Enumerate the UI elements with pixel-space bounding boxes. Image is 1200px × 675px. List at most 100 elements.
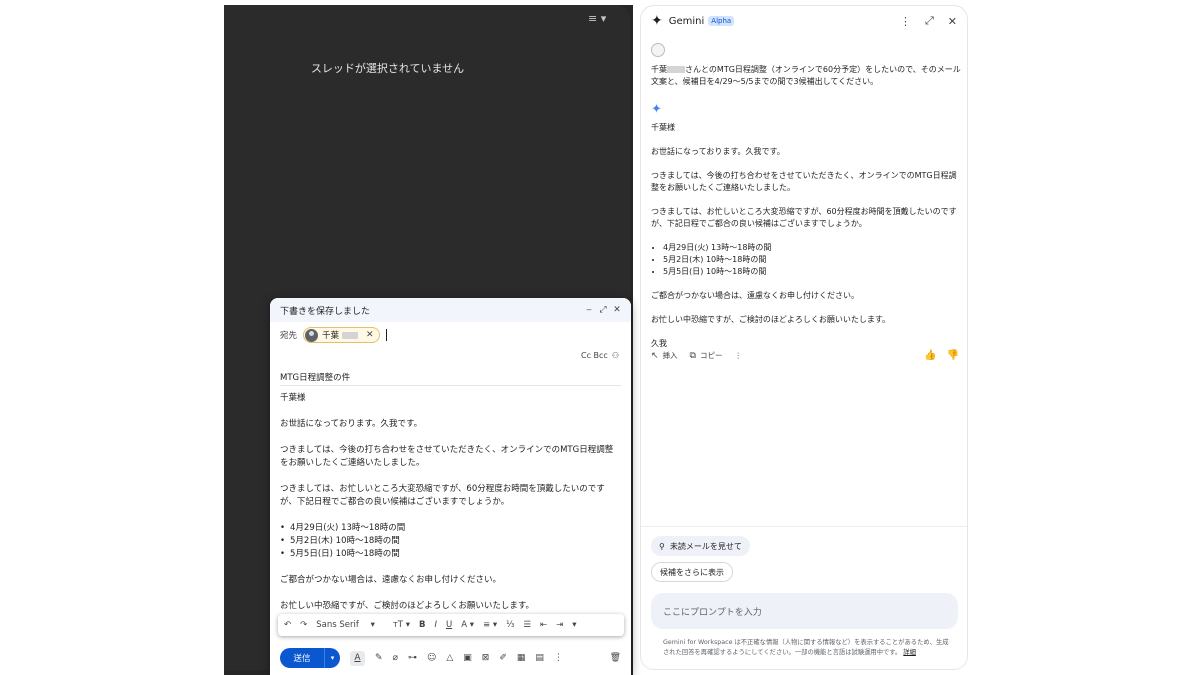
discard-draft-icon[interactable]: 🗑: [610, 653, 621, 663]
prompt-input[interactable]: ここにプロンプトを入力: [651, 593, 958, 629]
insert-label: 挿入: [662, 351, 678, 360]
fullscreen-icon[interactable]: ⤢: [597, 305, 609, 315]
indent-less-icon[interactable]: ⇤: [540, 620, 547, 630]
italic-icon[interactable]: I: [434, 620, 437, 630]
thumbs-down-icon[interactable]: 👎: [947, 350, 959, 361]
drive-icon[interactable]: △: [446, 653, 453, 663]
response-paragraph: お忙しい中恐縮ですが、ご検討のほどよろしくお願いいたします。: [651, 315, 891, 324]
add-contact-icon[interactable]: ⚇: [612, 351, 619, 360]
text-color-icon[interactable]: A ▾: [461, 620, 474, 630]
bold-icon[interactable]: B: [419, 620, 425, 630]
body-paragraph: つきましては、今後の打ち合わせをさせていただきたく、オンラインでのMTG日程調整…: [280, 445, 614, 468]
recipient-chip[interactable]: 千葉 ✕: [303, 327, 380, 343]
more-formatting-icon[interactable]: ▾: [572, 620, 576, 630]
formatting-toolbar: ↶ ↷ Sans Serif ▾ тT ▾ B I U A ▾ ≡ ▾ ⅓ ☰ …: [278, 614, 624, 636]
body-paragraph: お忙しい中恐縮ですが、ご検討のほどよろしくお願いいたします。: [280, 601, 534, 611]
signature-icon[interactable]: ✐: [499, 653, 507, 663]
list-item: 4月29日(火) 13時〜18時の間: [280, 522, 621, 535]
compose-window: 下書きを保存しました ‒ ⤢ ✕ 宛先 千葉 ✕ Cc Bcc ⚇ MTG日程調…: [270, 298, 631, 675]
send-options-icon[interactable]: ▾: [324, 648, 340, 668]
undo-icon[interactable]: ↶: [284, 620, 291, 630]
avatar: [305, 328, 319, 342]
response-greeting: 千葉様: [651, 123, 675, 132]
alpha-badge: Alpha: [708, 16, 735, 26]
compose-bottom-bar: 送信 ▾ A ✎ ⌀ ⊶ ☺ △ ▣ ⊠ ✐ ▦ ▤ ⋮ 🗑: [270, 646, 631, 670]
help-me-write-icon[interactable]: ✎: [375, 653, 383, 663]
font-name: Sans Serif: [316, 620, 359, 630]
numbered-list-icon[interactable]: ⅓: [506, 620, 514, 630]
more-options-icon[interactable]: ⋮: [554, 653, 563, 663]
font-size-icon[interactable]: тT ▾: [393, 620, 410, 630]
subject-field[interactable]: MTG日程調整の件: [280, 366, 621, 386]
cc-bcc-row: Cc Bcc ⚇: [270, 348, 631, 362]
minimize-icon[interactable]: ‒: [583, 305, 595, 315]
copy-button[interactable]: ⧉ コピー: [690, 350, 723, 361]
list-item: 5月5日(日) 10時〜18時の間: [663, 266, 961, 278]
send-button[interactable]: 送信: [280, 648, 324, 668]
redacted-name: [342, 331, 359, 339]
attach-file-icon[interactable]: ⌀: [393, 653, 398, 663]
suggestion-label: 候補をさらに表示: [660, 567, 724, 577]
indent-more-icon[interactable]: ⇥: [556, 620, 563, 630]
bulleted-list-icon[interactable]: ☰: [523, 620, 531, 630]
message-body[interactable]: 千葉様 お世話になっております。久我です。 つきましては、今後の打ち合わせをさせ…: [270, 386, 631, 611]
split-view-toggle-icon[interactable]: ≡ ▾: [588, 12, 606, 25]
list-item: 5月2日(木) 10時〜18時の間: [663, 254, 961, 266]
response-paragraph: ご都合がつかない場合は、遠慮なくお申し付けください。: [651, 291, 859, 300]
font-select[interactable]: Sans Serif ▾: [316, 620, 384, 630]
prompt-name: 千葉: [651, 65, 667, 74]
more-vert-icon[interactable]: ⋮: [900, 15, 911, 28]
suggestion-label: 未読メールを見せて: [669, 541, 742, 551]
insert-link-icon[interactable]: ⊶: [408, 653, 417, 663]
insert-photo-icon[interactable]: ▣: [463, 653, 472, 663]
align-icon[interactable]: ≡ ▾: [483, 620, 497, 630]
response-more-icon[interactable]: ⋮: [734, 351, 742, 360]
remove-recipient-icon[interactable]: ✕: [366, 330, 374, 340]
confidential-mode-icon[interactable]: ⊠: [482, 653, 490, 663]
details-link[interactable]: 詳細: [903, 649, 916, 656]
formatting-options-icon[interactable]: A: [350, 650, 365, 666]
list-item: 4月29日(火) 13時〜18時の間: [663, 242, 961, 254]
close-icon[interactable]: ✕: [948, 15, 957, 28]
suggestion-chip[interactable]: 候補をさらに表示: [651, 562, 733, 582]
disclaimer-text: Gemini for Workspace は不正確な情報（人物に関する情報など）…: [663, 638, 953, 658]
copy-icon: ⧉: [689, 350, 696, 361]
search-spark-icon: ⚲: [659, 541, 665, 551]
response-line: お世話になっております。久我です。: [651, 147, 785, 156]
chevron-down-icon: ▾: [370, 620, 375, 630]
body-paragraph: ご都合がつかない場合は、遠慮なくお申し付けください。: [280, 575, 502, 585]
insert-icon: ↖: [651, 350, 659, 361]
gemini-response: 千葉様 お世話になっております。久我です。 つきましては、今後の打ち合わせをさせ…: [651, 122, 961, 362]
feedback-buttons: 👍 👎: [914, 350, 959, 361]
underline-icon[interactable]: U: [446, 620, 452, 630]
user-prompt: 千葉 さんとのMTG日程調整（オンラインで60分予定）をしたいので、そのメール文案…: [651, 64, 961, 88]
divider: [641, 526, 967, 527]
suggestion-chip[interactable]: ⚲ 未読メールを見せて: [651, 536, 750, 556]
recipient-name: 千葉: [322, 331, 340, 341]
thumbs-up-icon[interactable]: 👍: [924, 350, 936, 361]
gemini-panel: ✦ Gemini Alpha ⋮ ⤢ ✕ 千葉 さんとのMTG日程調整（オンライン…: [640, 5, 968, 670]
response-paragraph: つきましては、今後の打ち合わせをさせていただきたく、オンラインでのMTG日程調整…: [651, 171, 957, 192]
insert-button[interactable]: ↖ 挿入: [651, 350, 678, 361]
screen: ≡ ▾ スレッドが選択されていません 下書きを保存しました ‒ ⤢ ✕ 宛先 千…: [0, 0, 1200, 675]
response-date-list: 4月29日(火) 13時〜18時の間 5月2日(木) 10時〜18時の間 5月5…: [663, 242, 961, 278]
gemini-title: Gemini: [668, 15, 705, 27]
text-cursor: [385, 329, 387, 341]
gemini-logo-icon: ✦: [651, 13, 663, 29]
body-greeting: 千葉様: [280, 393, 306, 403]
layout-icon[interactable]: ▦: [517, 653, 526, 663]
compose-header[interactable]: 下書きを保存しました ‒ ⤢ ✕: [270, 298, 631, 322]
schedule-icon[interactable]: ▤: [535, 653, 544, 663]
date-list: 4月29日(火) 13時〜18時の間 5月2日(木) 10時〜18時の間 5月5…: [280, 522, 621, 561]
send-button-group: 送信 ▾: [280, 648, 340, 668]
redo-icon[interactable]: ↷: [300, 620, 307, 630]
recipients-row[interactable]: 宛先 千葉 ✕: [270, 322, 631, 348]
emoji-icon[interactable]: ☺: [427, 653, 436, 663]
close-icon[interactable]: ✕: [611, 305, 623, 315]
empty-thread-message: スレッドが選択されていません: [310, 62, 465, 75]
cc-bcc-button[interactable]: Cc Bcc: [581, 351, 608, 360]
response-actions: ↖ 挿入 ⧉ コピー ⋮ 👍 👎: [651, 350, 959, 361]
expand-icon[interactable]: ⤢: [925, 14, 934, 28]
list-item: 5月5日(日) 10時〜18時の間: [280, 548, 621, 561]
body-paragraph: つきましては、お忙しいところ大変恐縮ですが、60分程度お時間を頂戴したいのですが…: [280, 484, 605, 507]
